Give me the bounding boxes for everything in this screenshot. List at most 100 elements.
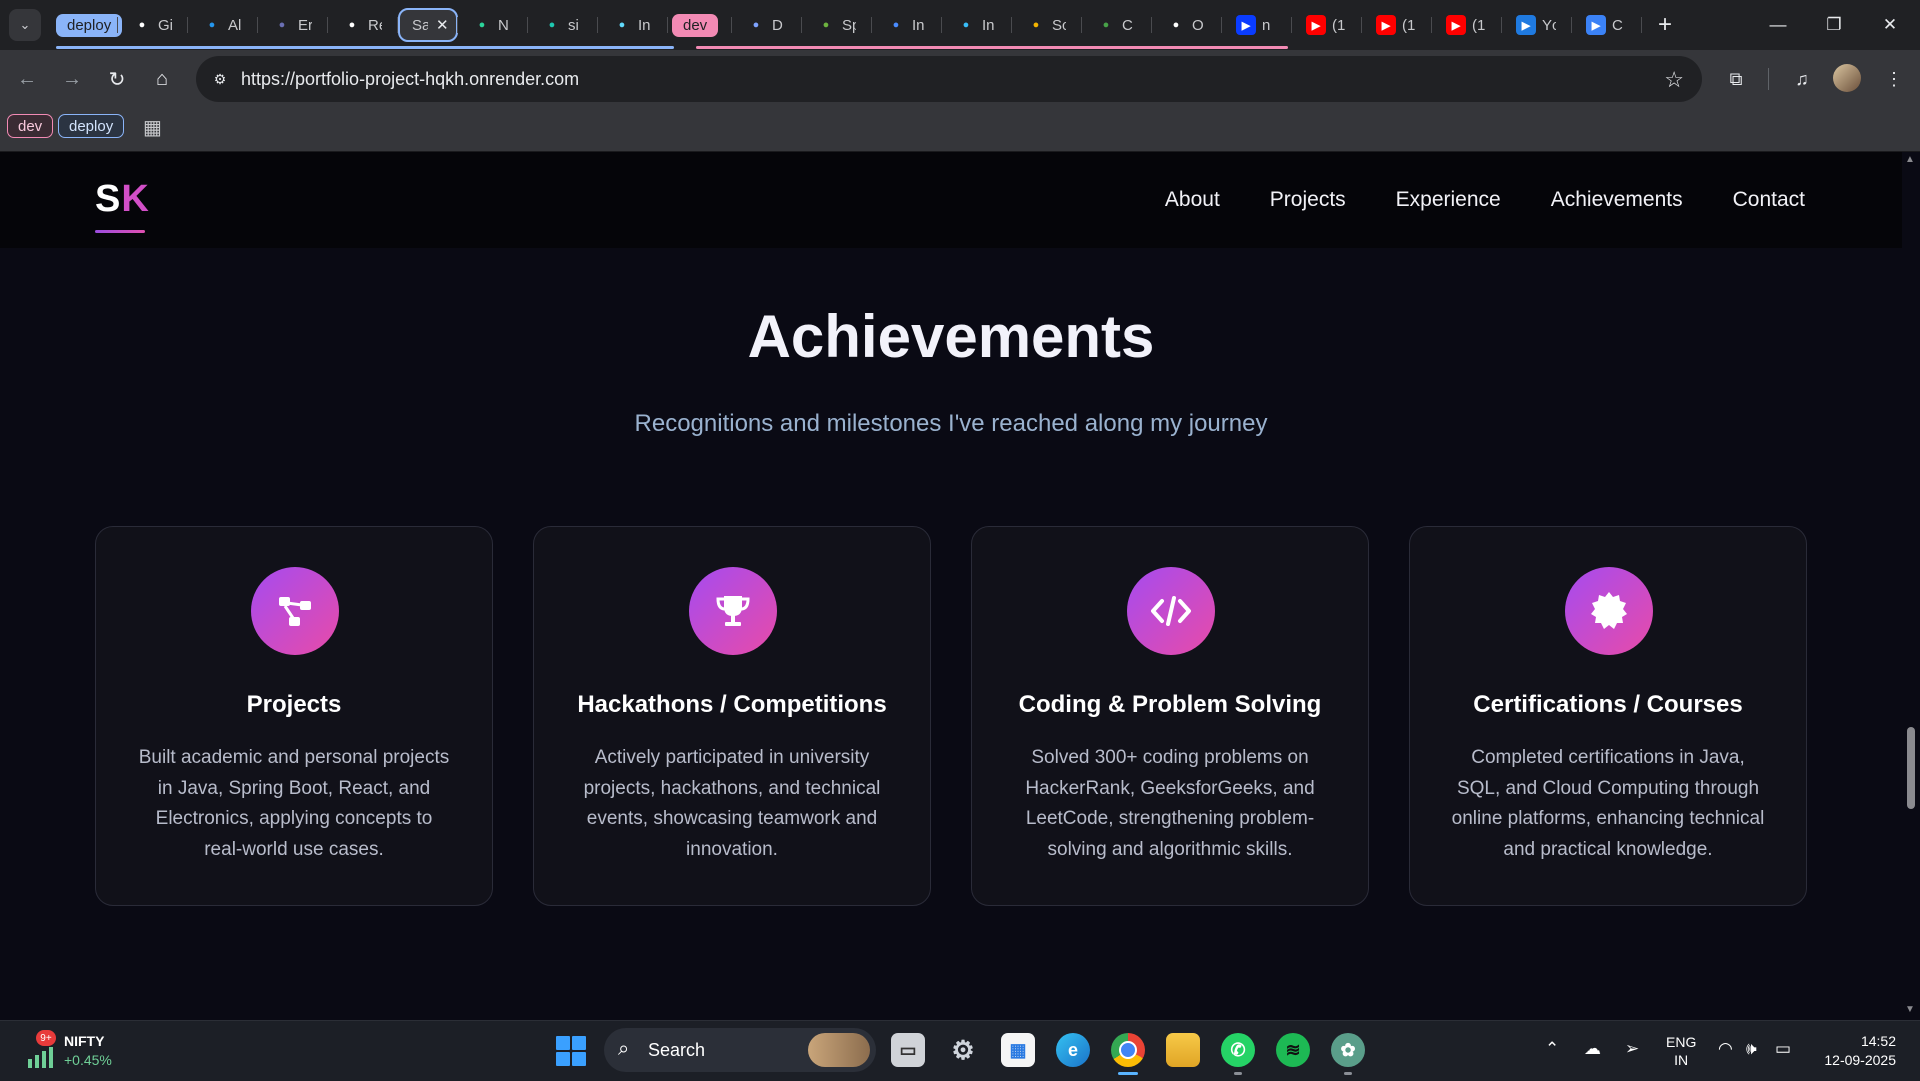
browser-tab[interactable]: ● Gi xyxy=(118,8,188,42)
nav-link-projects[interactable]: Projects xyxy=(1270,188,1346,212)
profile-avatar[interactable] xyxy=(1833,64,1861,92)
browser-tab[interactable]: ● C xyxy=(1082,8,1152,42)
diamond-icon: ● xyxy=(548,19,556,31)
tab-label: O xyxy=(1192,16,1204,34)
system-clock[interactable]: 14:52 12-09-2025 xyxy=(1818,1032,1896,1070)
chatgpt-icon[interactable]: ✿ xyxy=(1331,1033,1365,1067)
browser-tab[interactable]: ● Sp xyxy=(802,8,872,42)
tab-group-underline xyxy=(56,46,674,49)
certificate-badge-icon xyxy=(1565,567,1653,655)
minimize-button[interactable]: — xyxy=(1750,0,1806,50)
scroll-down-arrow-icon[interactable]: ▼ xyxy=(1905,1004,1915,1015)
site-nav: About Projects Experience Achievements C… xyxy=(1165,188,1805,212)
chrome-icon[interactable] xyxy=(1111,1033,1145,1067)
url-text[interactable]: https://portfolio-project-hqkh.onrender.… xyxy=(241,69,579,90)
onedrive-cloud-icon[interactable]: ☁ xyxy=(1584,1039,1601,1059)
browser-tab[interactable]: ▶ C xyxy=(1572,8,1642,42)
tab-search-button[interactable]: ⌄ xyxy=(9,9,41,41)
browser-tab[interactable]: ● Sc xyxy=(1012,8,1082,42)
file-explorer-icon[interactable] xyxy=(1166,1033,1200,1067)
taskbar-search[interactable]: ⌕ Search xyxy=(604,1028,876,1072)
spotify-icon[interactable]: ≋ xyxy=(1276,1033,1310,1067)
browser-tab[interactable]: ● Al xyxy=(188,8,258,42)
tab-label: n xyxy=(1262,16,1271,34)
tab-label: (1 xyxy=(1332,16,1346,34)
task-view-icon[interactable]: ▭ xyxy=(891,1033,925,1067)
site-header: SK About Projects Experience Achievement… xyxy=(0,152,1902,248)
running-app-indicator xyxy=(1234,1072,1242,1075)
card-title: Projects xyxy=(246,691,342,718)
browser-tab[interactable]: ▶ n xyxy=(1222,8,1292,42)
windows-taskbar: 9+ NIFTY +0.45% ⌕ Search ▭ ⚙ ▦ e ✆ ≋ ✿ ⌃… xyxy=(0,1020,1920,1081)
store-icon[interactable]: ▦ xyxy=(1001,1033,1035,1067)
logo-underline xyxy=(95,230,145,233)
forward-button[interactable]: → xyxy=(56,63,88,95)
eclipse-icon: ● xyxy=(278,19,286,31)
nav-link-achievements[interactable]: Achievements xyxy=(1551,188,1683,212)
browser-tab[interactable]: ▶ Yc xyxy=(1502,8,1572,42)
browser-tab[interactable]: ● si xyxy=(528,8,598,42)
back-button[interactable]: ← xyxy=(11,63,43,95)
apps-grid-icon[interactable]: ▦ xyxy=(143,115,162,140)
browser-tab[interactable]: ▶ (1 xyxy=(1292,8,1362,42)
tab-group-dev[interactable]: dev xyxy=(668,8,732,42)
bookmark-star-icon[interactable]: ☆ xyxy=(1664,67,1684,93)
tab-label: In xyxy=(982,16,995,34)
browser-tab[interactable]: ● In xyxy=(872,8,942,42)
browser-tab[interactable]: ● In xyxy=(942,8,1012,42)
tab-group-label: deploy xyxy=(56,13,123,37)
browser-tab[interactable]: ● Re xyxy=(328,8,398,42)
battery-icon[interactable]: ▭ xyxy=(1775,1039,1791,1059)
render-icon: ● xyxy=(348,19,356,31)
browser-tab[interactable]: ▶ (1 xyxy=(1362,8,1432,42)
media-control-icon[interactable]: ♫ xyxy=(1786,63,1818,95)
card-title: Certifications / Courses xyxy=(1473,691,1743,718)
extensions-icon[interactable]: ⧉ xyxy=(1720,63,1752,95)
settings-gear-icon[interactable]: ⚙ xyxy=(946,1033,980,1067)
menu-kebab-icon[interactable]: ⋮ xyxy=(1878,63,1910,95)
location-arrow-icon[interactable]: ➢ xyxy=(1625,1039,1639,1059)
browser-tab[interactable]: ▶ (1 xyxy=(1432,8,1502,42)
scroll-up-arrow-icon[interactable]: ▲ xyxy=(1905,154,1915,165)
browser-tab[interactable]: ● O xyxy=(1152,8,1222,42)
nav-link-experience[interactable]: Experience xyxy=(1396,188,1501,212)
tab-active[interactable]: Sa ✕ xyxy=(398,8,458,42)
tab-group-deploy[interactable]: deploy xyxy=(52,8,123,42)
bookmark-group-deploy[interactable]: deploy xyxy=(58,114,125,138)
nav-link-about[interactable]: About xyxy=(1165,188,1220,212)
n-icon: ▶ xyxy=(1236,15,1256,35)
whatsapp-icon[interactable]: ✆ xyxy=(1221,1033,1255,1067)
gear-icon: ● xyxy=(752,19,760,31)
youtube-icon: ▶ xyxy=(1376,15,1396,35)
browser-tab[interactable]: ● N xyxy=(458,8,528,42)
windows-start-icon[interactable] xyxy=(556,1036,586,1066)
tab-label: si xyxy=(568,16,579,34)
browser-tab[interactable]: ● In xyxy=(598,8,668,42)
notion-n-icon: ● xyxy=(478,19,486,31)
code-icon xyxy=(1127,567,1215,655)
wifi-icon[interactable]: ◠ xyxy=(1718,1039,1733,1059)
language-indicator[interactable]: ENG IN xyxy=(1666,1033,1696,1069)
youtube-icon: ▶ xyxy=(1446,15,1466,35)
chevron-down-icon: ⌄ xyxy=(19,17,31,32)
reload-button[interactable]: ↻ xyxy=(101,63,133,95)
close-window-button[interactable]: ✕ xyxy=(1862,0,1918,50)
widget-name: NIFTY xyxy=(64,1033,105,1049)
site-info-icon[interactable]: ⚙ xyxy=(210,69,230,89)
bookmark-group-dev[interactable]: dev xyxy=(7,114,54,138)
close-icon[interactable]: ✕ xyxy=(436,16,449,34)
chevron-up-icon[interactable]: ⌃ xyxy=(1545,1039,1559,1059)
scrollbar-thumb[interactable] xyxy=(1907,727,1915,809)
new-tab-button[interactable]: + xyxy=(1650,10,1680,40)
browser-tab[interactable]: ● Er xyxy=(258,8,328,42)
volume-icon[interactable]: 🕪 xyxy=(1746,1039,1757,1059)
restore-button[interactable]: ❐ xyxy=(1806,0,1862,50)
site-logo[interactable]: SK xyxy=(95,178,150,221)
edge-icon[interactable]: e xyxy=(1056,1033,1090,1067)
tab-label: (1 xyxy=(1472,16,1486,34)
home-button[interactable]: ⌂ xyxy=(146,63,178,95)
page-scrollbar[interactable]: ▲ ▼ xyxy=(1902,152,1920,1020)
browser-tab[interactable]: ● D xyxy=(732,8,802,42)
address-bar[interactable]: ⚙ https://portfolio-project-hqkh.onrende… xyxy=(196,56,1702,102)
nav-link-contact[interactable]: Contact xyxy=(1733,188,1805,212)
